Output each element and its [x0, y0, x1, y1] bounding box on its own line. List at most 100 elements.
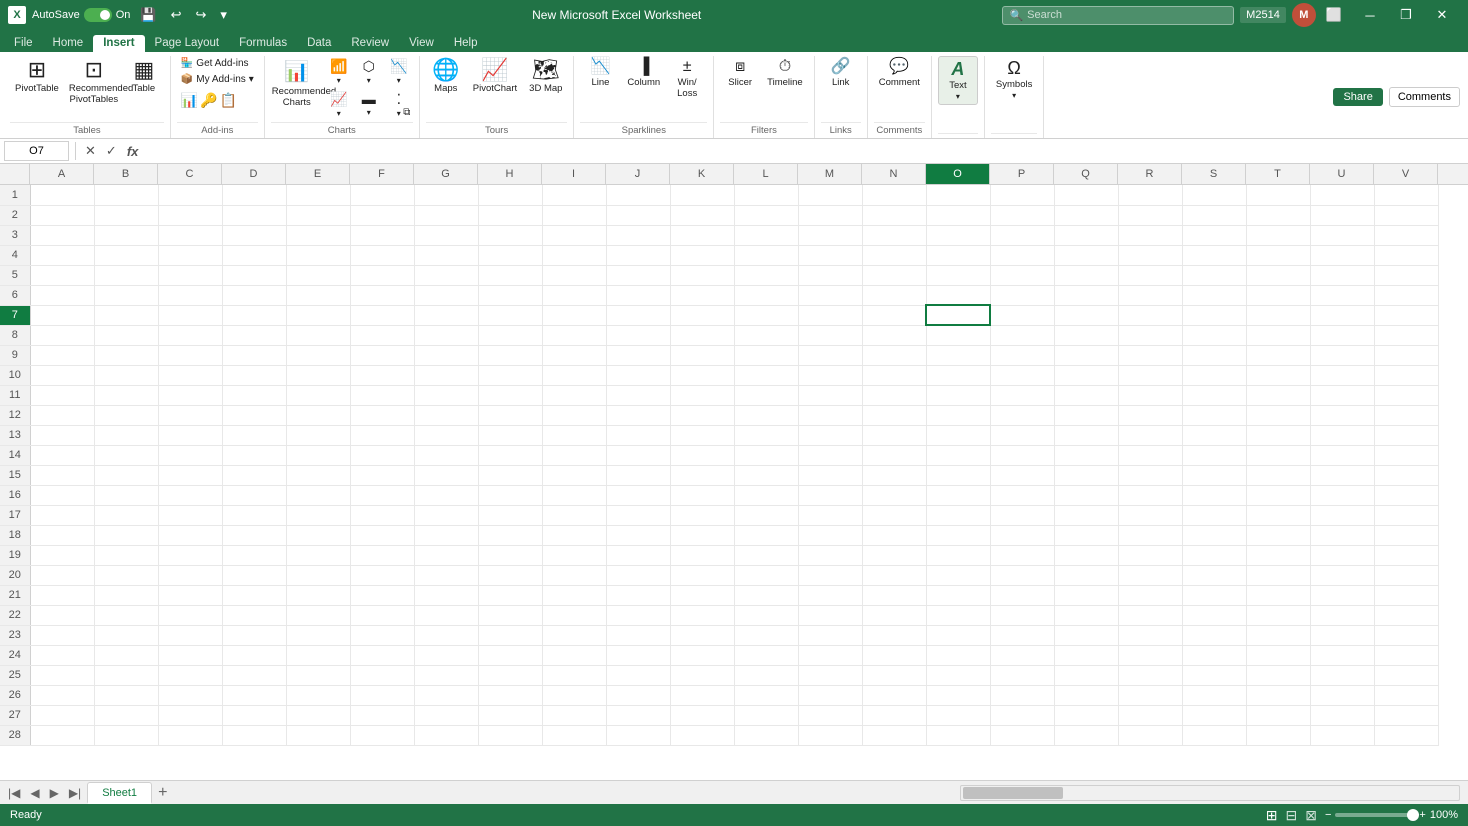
sheet-nav-last[interactable]: ▶|	[65, 784, 85, 802]
cell-O20[interactable]	[926, 565, 990, 585]
cell-N21[interactable]	[862, 585, 926, 605]
col-header-v[interactable]: V	[1374, 164, 1438, 184]
cell-V26[interactable]	[1374, 685, 1438, 705]
cell-Q5[interactable]	[1054, 265, 1118, 285]
cell-O10[interactable]	[926, 365, 990, 385]
cell-G2[interactable]	[414, 205, 478, 225]
cell-V18[interactable]	[1374, 525, 1438, 545]
cell-F2[interactable]	[350, 205, 414, 225]
cell-H21[interactable]	[478, 585, 542, 605]
autosave-pill[interactable]	[84, 8, 112, 22]
cell-F7[interactable]	[350, 305, 414, 325]
cell-U23[interactable]	[1310, 625, 1374, 645]
cell-G5[interactable]	[414, 265, 478, 285]
row-num-3[interactable]: 3	[0, 225, 30, 245]
cell-C16[interactable]	[158, 485, 222, 505]
cell-Q2[interactable]	[1054, 205, 1118, 225]
cell-O19[interactable]	[926, 545, 990, 565]
cell-K13[interactable]	[670, 425, 734, 445]
cell-O17[interactable]	[926, 505, 990, 525]
col-header-m[interactable]: M	[798, 164, 862, 184]
row-num-18[interactable]: 18	[0, 525, 30, 545]
cell-E27[interactable]	[286, 705, 350, 725]
cell-N9[interactable]	[862, 345, 926, 365]
cell-V21[interactable]	[1374, 585, 1438, 605]
cell-T9[interactable]	[1246, 345, 1310, 365]
cell-L27[interactable]	[734, 705, 798, 725]
cell-V17[interactable]	[1374, 505, 1438, 525]
cell-F1[interactable]	[350, 185, 414, 205]
cell-N14[interactable]	[862, 445, 926, 465]
cell-D27[interactable]	[222, 705, 286, 725]
cell-R2[interactable]	[1118, 205, 1182, 225]
cell-N4[interactable]	[862, 245, 926, 265]
cell-A27[interactable]	[30, 705, 94, 725]
cell-L9[interactable]	[734, 345, 798, 365]
cell-J18[interactable]	[606, 525, 670, 545]
cell-I12[interactable]	[542, 405, 606, 425]
cell-B14[interactable]	[94, 445, 158, 465]
cell-G20[interactable]	[414, 565, 478, 585]
cell-M7[interactable]	[798, 305, 862, 325]
cell-I7[interactable]	[542, 305, 606, 325]
cell-D26[interactable]	[222, 685, 286, 705]
cell-U13[interactable]	[1310, 425, 1374, 445]
cell-G18[interactable]	[414, 525, 478, 545]
cell-B11[interactable]	[94, 385, 158, 405]
cell-S16[interactable]	[1182, 485, 1246, 505]
col-header-i[interactable]: I	[542, 164, 606, 184]
cell-I11[interactable]	[542, 385, 606, 405]
cell-L2[interactable]	[734, 205, 798, 225]
cell-O7[interactable]	[926, 305, 990, 325]
cell-P22[interactable]	[990, 605, 1054, 625]
confirm-formula-button[interactable]: ✓	[103, 143, 120, 159]
charts-dialog-launcher[interactable]: ⧉	[397, 105, 417, 120]
cell-J26[interactable]	[606, 685, 670, 705]
cell-C17[interactable]	[158, 505, 222, 525]
col-header-j[interactable]: J	[606, 164, 670, 184]
cell-V13[interactable]	[1374, 425, 1438, 445]
cell-S11[interactable]	[1182, 385, 1246, 405]
cell-G21[interactable]	[414, 585, 478, 605]
cell-T3[interactable]	[1246, 225, 1310, 245]
cell-B27[interactable]	[94, 705, 158, 725]
maps-button[interactable]: 🌐 Maps	[426, 56, 466, 97]
cell-Q27[interactable]	[1054, 705, 1118, 725]
cell-C27[interactable]	[158, 705, 222, 725]
cell-Q26[interactable]	[1054, 685, 1118, 705]
cell-A20[interactable]	[30, 565, 94, 585]
cell-P12[interactable]	[990, 405, 1054, 425]
col-header-u[interactable]: U	[1310, 164, 1374, 184]
cell-P2[interactable]	[990, 205, 1054, 225]
cell-A2[interactable]	[30, 205, 94, 225]
zoom-out-button[interactable]: −	[1325, 809, 1331, 821]
cell-M18[interactable]	[798, 525, 862, 545]
cell-A5[interactable]	[30, 265, 94, 285]
cell-F6[interactable]	[350, 285, 414, 305]
comment-button[interactable]: 💬 Comment	[874, 56, 925, 91]
cell-G14[interactable]	[414, 445, 478, 465]
cell-L4[interactable]	[734, 245, 798, 265]
cell-N26[interactable]	[862, 685, 926, 705]
cell-V8[interactable]	[1374, 325, 1438, 345]
tab-page-layout[interactable]: Page Layout	[145, 35, 230, 52]
cell-C18[interactable]	[158, 525, 222, 545]
cell-A11[interactable]	[30, 385, 94, 405]
cell-N8[interactable]	[862, 325, 926, 345]
cell-P10[interactable]	[990, 365, 1054, 385]
cell-F4[interactable]	[350, 245, 414, 265]
pivot-chart-button[interactable]: 📈 PivotChart	[468, 56, 522, 97]
cell-B10[interactable]	[94, 365, 158, 385]
cell-K18[interactable]	[670, 525, 734, 545]
cell-C19[interactable]	[158, 545, 222, 565]
cell-F15[interactable]	[350, 465, 414, 485]
cell-B16[interactable]	[94, 485, 158, 505]
insert-column-chart-button[interactable]: 📶 ▾	[325, 56, 353, 87]
cell-F3[interactable]	[350, 225, 414, 245]
col-header-e[interactable]: E	[286, 164, 350, 184]
cell-I22[interactable]	[542, 605, 606, 625]
formula-input[interactable]	[145, 141, 1464, 161]
cell-N7[interactable]	[862, 305, 926, 325]
cell-E18[interactable]	[286, 525, 350, 545]
cell-I28[interactable]	[542, 725, 606, 745]
